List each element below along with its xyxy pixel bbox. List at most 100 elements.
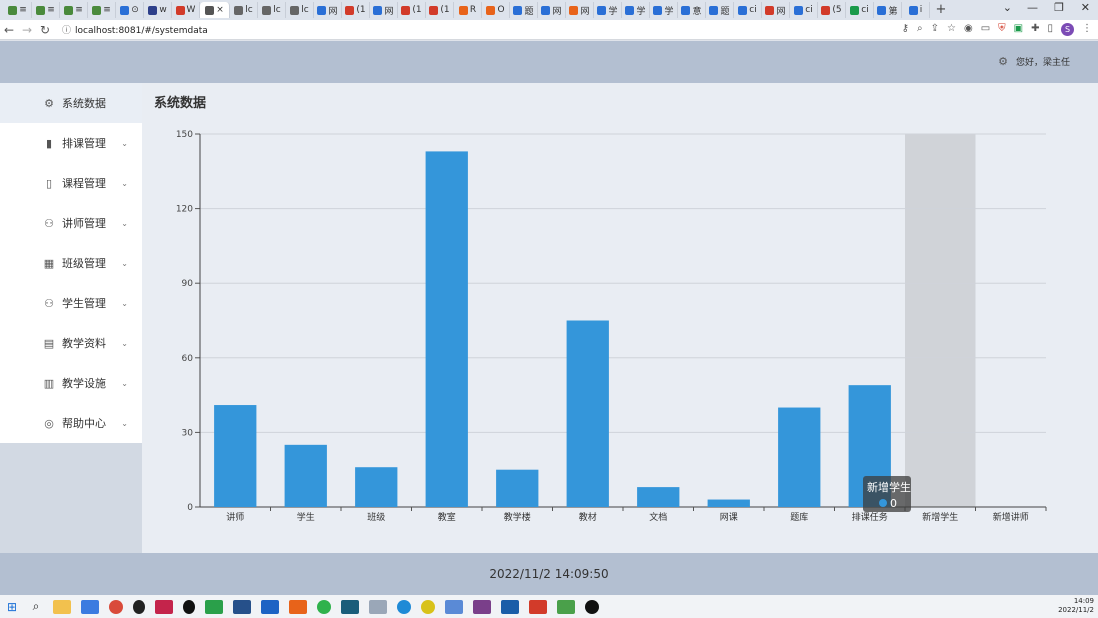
bookmark-star-icon[interactable]: ☆	[947, 23, 956, 36]
browser-tab[interactable]: 学	[594, 2, 622, 18]
browser-tab[interactable]: (1	[426, 2, 454, 18]
profile-avatar[interactable]: S	[1061, 23, 1074, 36]
browser-tab[interactable]: O	[482, 2, 510, 18]
browser-tab[interactable]: ≡	[88, 2, 116, 18]
chrome-icon[interactable]	[109, 599, 123, 614]
browser-tab[interactable]: ci	[790, 2, 818, 18]
photos-icon[interactable]	[501, 599, 519, 614]
wechat-icon[interactable]	[317, 599, 331, 614]
browser-tab[interactable]: 题	[706, 2, 734, 18]
browser-tab[interactable]: 意	[678, 2, 706, 18]
x-tick-label: 教室	[438, 511, 456, 523]
chart-app-icon[interactable]	[557, 599, 575, 614]
close-window-button[interactable]: ✕	[1081, 1, 1090, 14]
new-tab-button[interactable]: +	[930, 2, 952, 18]
file-explorer-icon[interactable]	[53, 599, 71, 614]
wps-icon[interactable]	[529, 599, 547, 614]
mail-icon[interactable]	[261, 599, 279, 614]
sidebar-item[interactable]: ▮ 排课管理 ⌄	[0, 123, 142, 163]
tab-label: lc	[245, 5, 253, 15]
obs-icon[interactable]	[585, 599, 599, 614]
browser-tab[interactable]: lc	[258, 2, 286, 18]
browser-tab[interactable]: (1	[342, 2, 370, 18]
windows-start-icon[interactable]: ⊞	[0, 600, 24, 614]
edge-icon[interactable]	[397, 599, 411, 614]
app-icon-blue[interactable]	[81, 599, 99, 614]
browser-tab[interactable]: W	[172, 2, 200, 18]
puzzle-icon[interactable]: ✚	[1031, 23, 1039, 36]
user-greeting[interactable]: ⚙ 您好，梁主任	[998, 55, 1070, 68]
browser-tab[interactable]: (1	[398, 2, 426, 18]
back-icon[interactable]: ←	[0, 23, 18, 37]
browser-tab[interactable]: (5	[818, 2, 846, 18]
sidebar-item[interactable]: ▦ 班级管理 ⌄	[0, 243, 142, 283]
forward-icon[interactable]: →	[18, 23, 36, 37]
app-icon-orange[interactable]	[289, 599, 307, 614]
settings-gear-icon[interactable]: ⚙	[998, 55, 1008, 68]
extension-icon[interactable]: ▣	[1014, 23, 1023, 36]
sidepanel-icon[interactable]: ▯	[1047, 23, 1053, 36]
browser-tab[interactable]: ×	[200, 2, 230, 18]
app-icon-red[interactable]	[155, 599, 173, 614]
sidebar-item[interactable]: ▤ 教学资料 ⌄	[0, 323, 142, 363]
url-text: localhost:8081/#/systemdata	[75, 26, 208, 36]
browser-tab[interactable]: i	[902, 2, 930, 18]
browser-tab[interactable]: 网	[370, 2, 398, 18]
browser-tab[interactable]: R	[454, 2, 482, 18]
info-icon[interactable]: ⓘ	[62, 26, 71, 36]
camera-icon[interactable]: ◉	[964, 23, 973, 36]
tab-label: 网	[384, 6, 394, 17]
browser-tab[interactable]: ≡	[32, 2, 60, 18]
tab-label: 题	[524, 6, 534, 17]
browser-tab[interactable]: lc	[230, 2, 258, 18]
image-icon[interactable]: ▭	[981, 23, 990, 36]
app-icon-purple[interactable]	[473, 599, 491, 614]
share-icon[interactable]: ⇪	[931, 23, 939, 36]
maximize-button[interactable]: ❐	[1054, 1, 1064, 14]
browser-tab[interactable]: 学	[622, 2, 650, 18]
tab-favicon-icon	[175, 5, 185, 15]
terminal-icon[interactable]	[341, 599, 359, 614]
key-icon[interactable]: ⚷	[902, 23, 909, 36]
tab-favicon-icon	[653, 5, 663, 15]
browser-tab[interactable]: 学	[650, 2, 678, 18]
sidebar-item[interactable]: ⚇ 学生管理 ⌄	[0, 283, 142, 323]
network-icon[interactable]	[445, 599, 463, 614]
x-tick-label: 教学楼	[504, 511, 531, 523]
recorder-icon[interactable]	[183, 599, 195, 614]
tab-search-icon[interactable]: ⌄	[1003, 1, 1012, 14]
sidebar-item[interactable]: ⚇ 讲师管理 ⌄	[0, 203, 142, 243]
menu-dots-icon[interactable]: ⋮	[1082, 23, 1092, 36]
browser-tab[interactable]: ⊙	[116, 2, 144, 18]
app-icon-navy[interactable]	[233, 599, 251, 614]
book-icon: ▯	[45, 176, 53, 190]
sidebar-item[interactable]: ◎ 帮助中心 ⌄	[0, 403, 142, 443]
gear-icon: ⚙	[44, 96, 54, 110]
browser-tab[interactable]: 第	[874, 2, 902, 18]
notes-icon[interactable]	[369, 599, 387, 614]
browser-tab[interactable]: ci	[734, 2, 762, 18]
sidebar-item[interactable]: ⚙ 系统数据	[0, 83, 142, 123]
app-icon-yellow[interactable]	[421, 599, 435, 614]
browser-tab[interactable]: 网	[762, 2, 790, 18]
qq-icon[interactable]	[133, 599, 145, 614]
minimize-button[interactable]: —	[1027, 1, 1038, 14]
browser-tab[interactable]: 网	[538, 2, 566, 18]
system-tray-clock[interactable]: 14:09 2022/11/2	[1058, 597, 1094, 615]
browser-tab[interactable]: ≡	[4, 2, 32, 18]
sync-icon[interactable]	[205, 599, 223, 614]
browser-tab[interactable]: lc	[286, 2, 314, 18]
browser-tab[interactable]: 网	[314, 2, 342, 18]
sidebar-item[interactable]: ▯ 课程管理 ⌄	[0, 163, 142, 203]
browser-tab[interactable]: 网	[566, 2, 594, 18]
url-field[interactable]: ⓘ localhost:8081/#/systemdata	[62, 23, 208, 36]
zoom-icon[interactable]: ⌕	[917, 23, 923, 36]
browser-tab[interactable]: w	[144, 2, 172, 18]
browser-tab[interactable]: 题	[510, 2, 538, 18]
reload-icon[interactable]: ↻	[36, 23, 54, 37]
sidebar-item[interactable]: ▥ 教学设施 ⌄	[0, 363, 142, 403]
browser-tab[interactable]: ci	[846, 2, 874, 18]
shield-icon[interactable]: ⛨	[998, 23, 1006, 36]
search-icon[interactable]: ⌕	[24, 599, 48, 614]
browser-tab[interactable]: ≡	[60, 2, 88, 18]
